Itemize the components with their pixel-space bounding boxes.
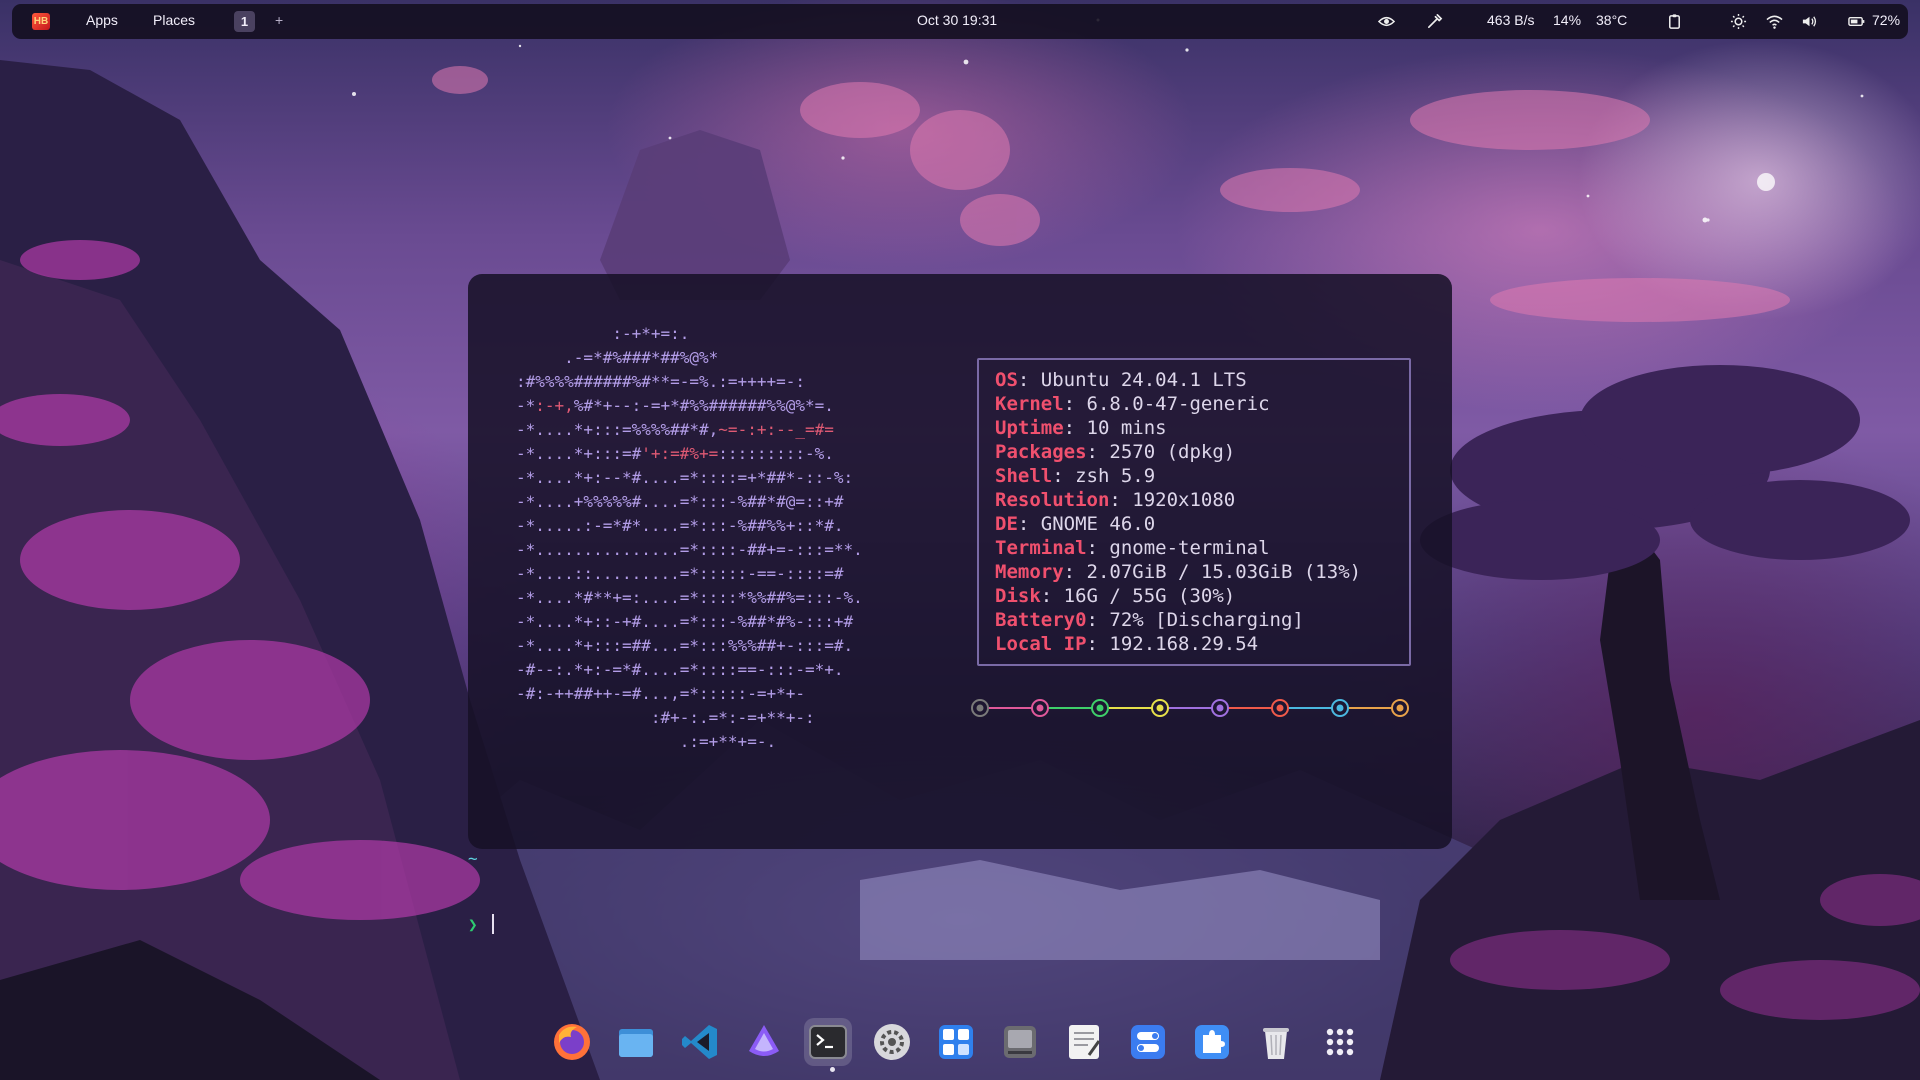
brightness-icon[interactable]	[1730, 13, 1747, 30]
color-picker-icon[interactable]	[1426, 13, 1443, 30]
info-value: gnome-terminal	[1109, 537, 1270, 559]
info-key: Battery0	[995, 609, 1087, 631]
color-palette	[971, 696, 1411, 720]
info-value: 1920x1080	[1132, 489, 1236, 511]
info-value: Ubuntu 24.04.1 LTS	[1040, 369, 1247, 391]
info-key: Uptime	[995, 417, 1064, 439]
palette-dot	[1091, 699, 1109, 717]
info-value: 192.168.29.54	[1109, 633, 1259, 655]
info-value: 72% [Discharging]	[1109, 609, 1304, 631]
info-value: zsh 5.9	[1075, 465, 1156, 487]
info-value: 10 mins	[1086, 417, 1167, 439]
palette-dot	[1391, 699, 1409, 717]
running-app-indicator	[830, 1067, 835, 1072]
firefox-icon[interactable]	[548, 1018, 596, 1066]
distro-ascii-logo: :-+*+=:. .-=*#%###*##%@%* :#%%%%######%#…	[516, 324, 863, 751]
prompt-symbol: ❯	[468, 915, 478, 934]
workspace-add-button[interactable]: +	[275, 12, 283, 28]
cpu-usage: 14%	[1553, 12, 1582, 28]
info-value: 2.07GiB / 15.03GiB (13%)	[1086, 561, 1362, 583]
terminal-window[interactable]: :-+*+=:. .-=*#%###*##%@%* :#%%%%######%#…	[468, 274, 1452, 934]
eye-icon[interactable]	[1378, 13, 1395, 30]
prompt-directory: ~	[468, 849, 478, 868]
battery-percentage: 72%	[1872, 12, 1901, 28]
apps-menu-button[interactable]: Apps	[86, 12, 118, 28]
info-key: Terminal	[995, 537, 1087, 559]
info-key: DE	[995, 513, 1018, 535]
text-editor-icon[interactable]	[1060, 1018, 1108, 1066]
palette-dot	[1211, 699, 1229, 717]
cpu-temperature: 38°C	[1596, 12, 1628, 28]
info-value: 16G / 55G (30%)	[1063, 585, 1236, 607]
wifi-icon[interactable]	[1766, 13, 1783, 30]
terminal-icon[interactable]	[804, 1018, 852, 1066]
info-value: 6.8.0-47-generic	[1086, 393, 1270, 415]
info-key: Local IP	[995, 633, 1087, 655]
volume-icon[interactable]	[1801, 13, 1818, 30]
extensions-icon[interactable]	[1188, 1018, 1236, 1066]
network-speed: 463 B/s	[1487, 12, 1535, 28]
battery-icon[interactable]	[1848, 13, 1865, 30]
palette-dot	[971, 699, 989, 717]
ubuntu-logo-icon[interactable]: HB	[32, 13, 50, 30]
places-menu-button[interactable]: Places	[153, 12, 195, 28]
info-key: Shell	[995, 465, 1053, 487]
trash-icon[interactable]	[1252, 1018, 1300, 1066]
disks-icon[interactable]	[996, 1018, 1044, 1066]
show-apps-icon[interactable]	[1316, 1018, 1364, 1066]
top-panel: HB Apps Places 1 + Oct 30 19:31 463 B/s …	[12, 4, 1908, 39]
info-key: Resolution	[995, 489, 1110, 511]
text-cursor	[491, 914, 494, 934]
calculator-icon[interactable]	[932, 1018, 980, 1066]
tweaks-icon[interactable]	[1124, 1018, 1172, 1066]
palette-dot	[1271, 699, 1289, 717]
shell-prompt[interactable]: ~ ❯	[468, 804, 507, 980]
info-key: Kernel	[995, 393, 1064, 415]
palette-dot	[1031, 699, 1049, 717]
info-key: Disk	[995, 585, 1041, 607]
info-value: GNOME 46.0	[1040, 513, 1156, 535]
info-value: 2570 (dpkg)	[1109, 441, 1236, 463]
settings-icon[interactable]	[868, 1018, 916, 1066]
workspace-indicator-1[interactable]: 1	[234, 11, 255, 32]
clock[interactable]: Oct 30 19:31	[917, 12, 997, 28]
info-key: OS	[995, 369, 1018, 391]
palette-dot	[1331, 699, 1349, 717]
info-key: Memory	[995, 561, 1064, 583]
system-info-list: OS: Ubuntu 24.04.1 LTS Kernel: 6.8.0-47-…	[995, 369, 1362, 655]
clipboard-icon[interactable]	[1666, 13, 1683, 30]
files-icon[interactable]	[612, 1018, 660, 1066]
info-key: Packages	[995, 441, 1087, 463]
palette-dot	[1151, 699, 1169, 717]
vscode-icon[interactable]	[676, 1018, 724, 1066]
proton-vpn-icon[interactable]	[740, 1018, 788, 1066]
dock	[548, 1018, 1372, 1070]
